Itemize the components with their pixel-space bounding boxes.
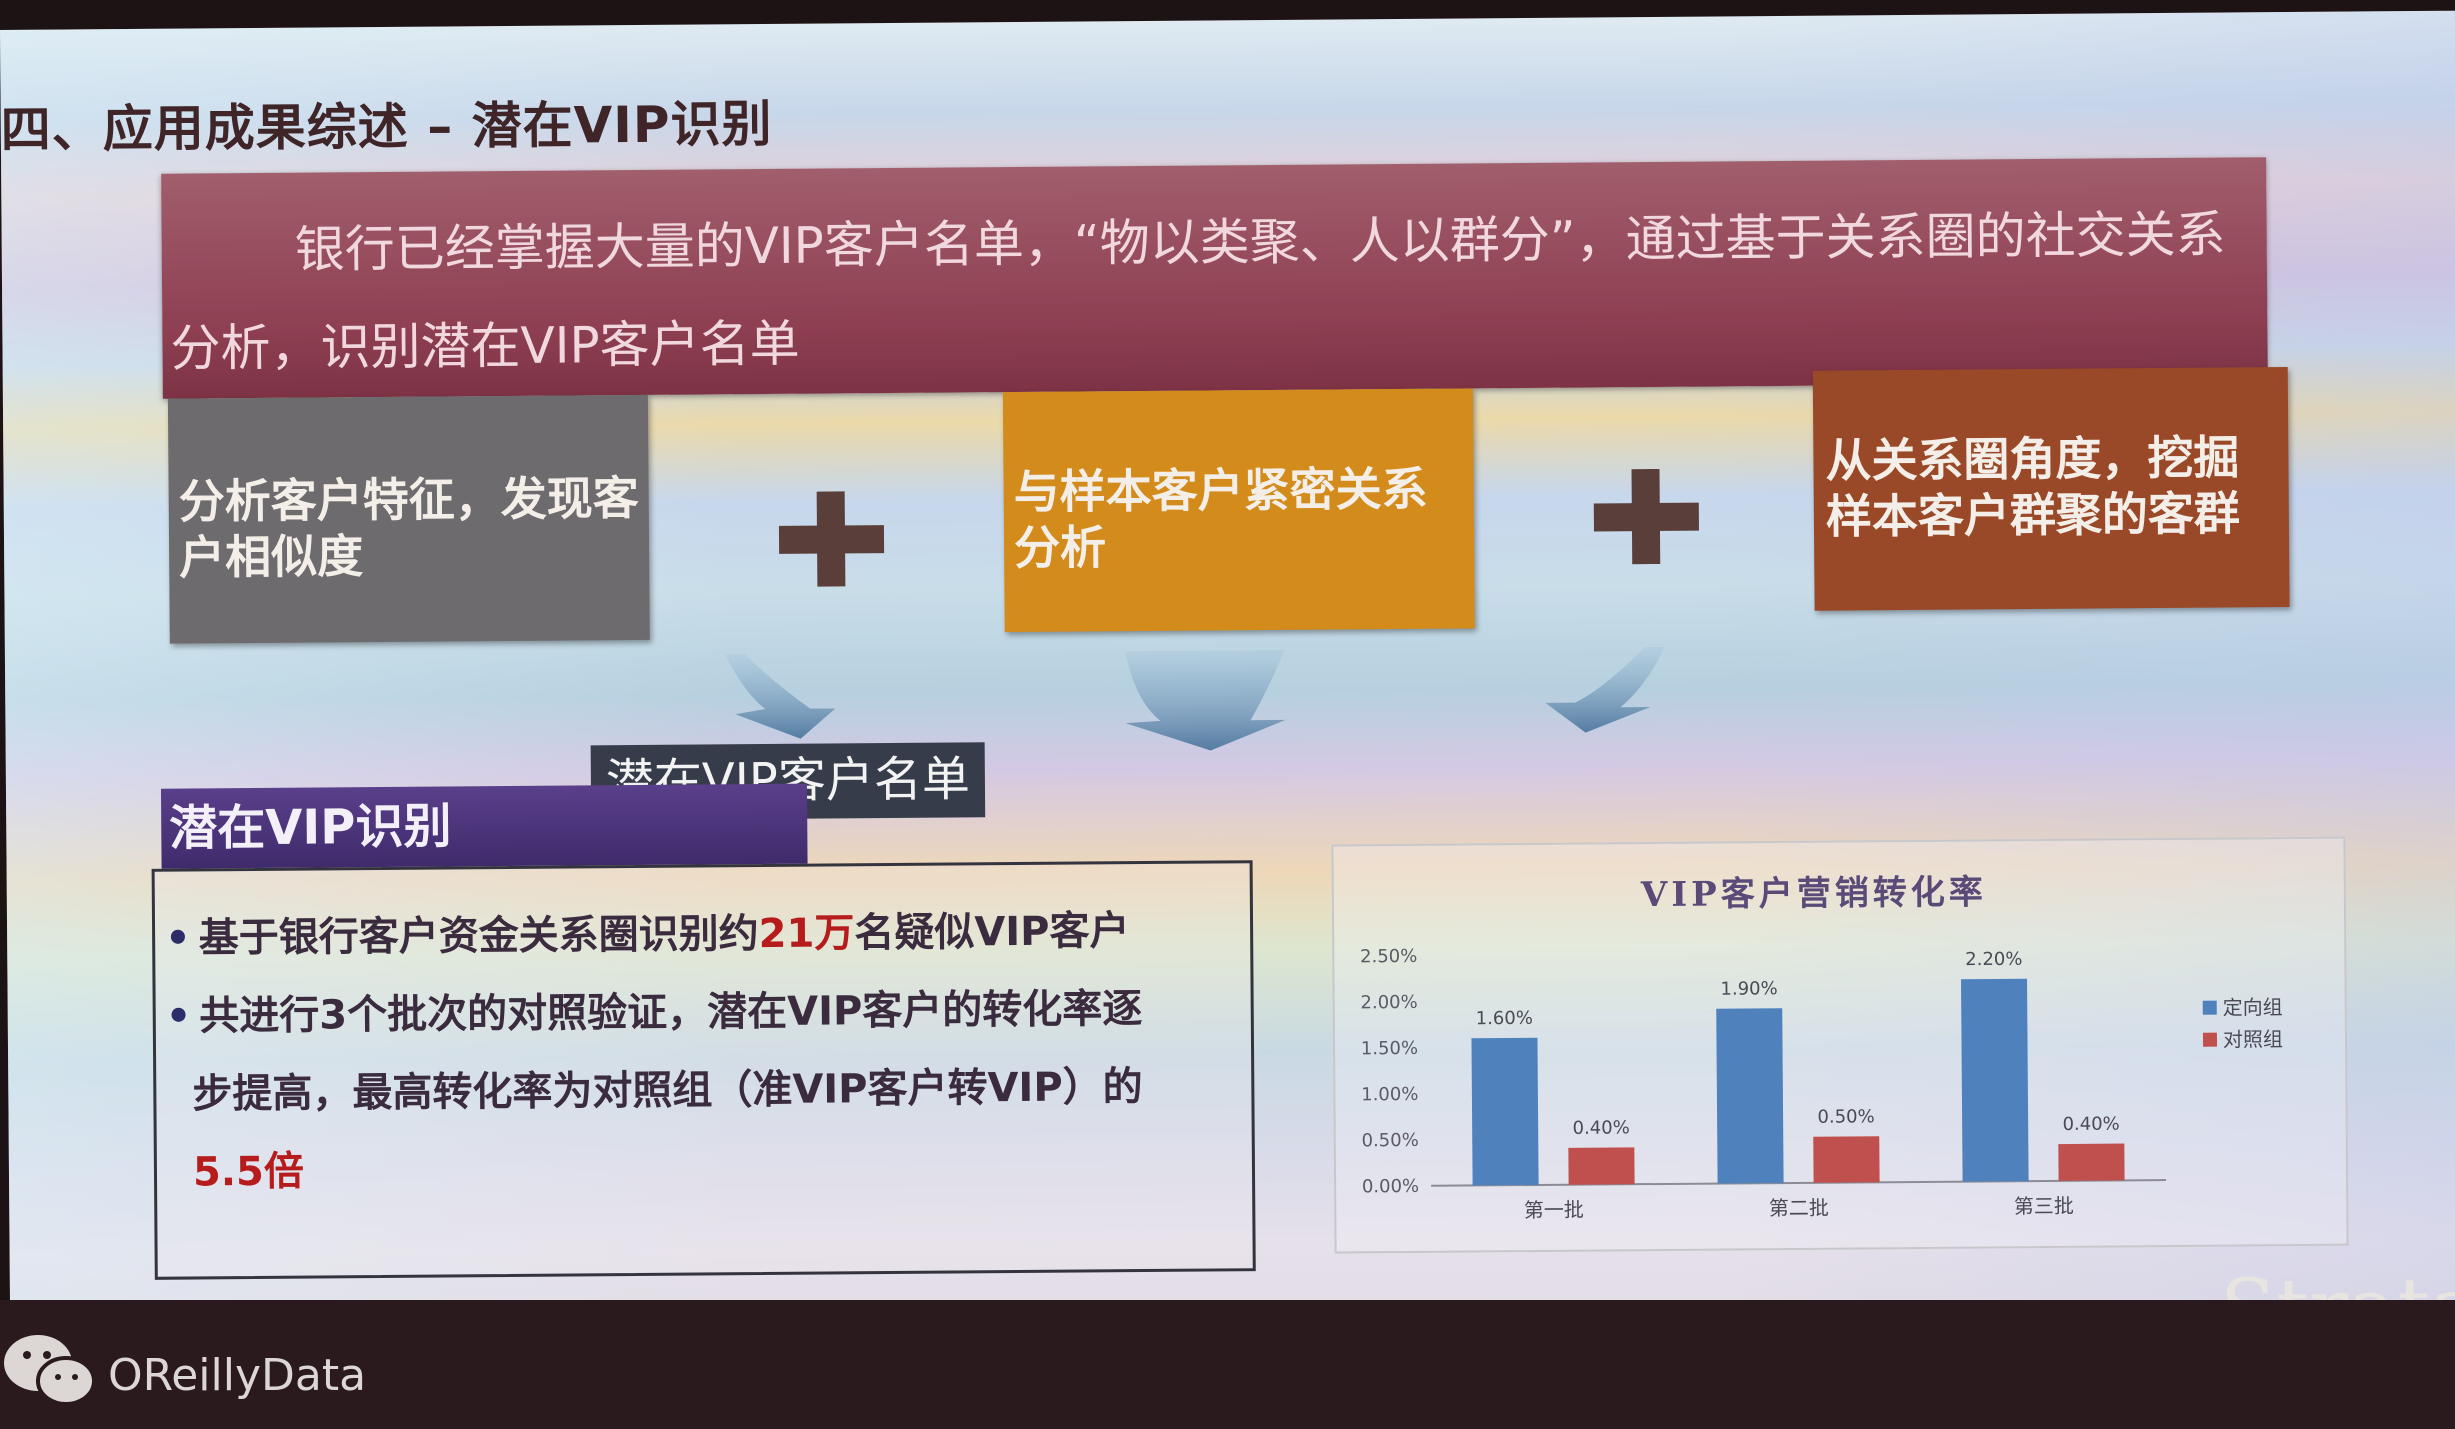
bar-target xyxy=(1471,1037,1539,1186)
y-tick-label: 1.00% xyxy=(1361,1084,1418,1105)
data-label: 0.50% xyxy=(1817,1106,1874,1127)
bar-chart: VIP客户营销转化率 0.00% 0.50% 1.00% 1.50% 2.00% 2.50%… xyxy=(1360,872,2283,1222)
x-tick-label: 第三批 xyxy=(2014,1194,2074,1218)
vip-heading: 潜在VIP识别 xyxy=(160,783,808,869)
data-label: 0.40% xyxy=(2062,1114,2119,1135)
step-label-3: 从关系圈角度，挖掘样本客户群聚的客群 xyxy=(1825,430,2241,544)
data-label: 1.90% xyxy=(1720,978,1777,999)
step-box-1: 分析客户特征，发现客户相似度 xyxy=(167,394,650,644)
legend-swatch xyxy=(2202,1032,2218,1047)
data-label: 0.40% xyxy=(1572,1117,1629,1138)
bar-target xyxy=(1716,1008,1784,1184)
x-axis-line xyxy=(1431,1179,2167,1187)
bullet-2-cont: 步提高，最高转化率为对照组（准VIP客户转VIP）的 xyxy=(192,1064,1143,1118)
bullet-2-line1: 共进行3个批次的对照验证，潜在VIP客户的转化率逐 xyxy=(199,986,1143,1040)
data-label: 2.20% xyxy=(1965,949,2022,970)
x-tick-label: 第一批 xyxy=(1524,1198,1584,1222)
bar-control xyxy=(2058,1143,2125,1181)
plus-icon xyxy=(1593,468,1700,565)
bar-target xyxy=(1961,978,2029,1182)
footer-bar xyxy=(0,1300,2455,1429)
plus-icon xyxy=(778,491,885,587)
intro-banner: 银行已经掌握大量的VIP客户名单，“物以类聚、人以群分”，通过基于关系圈的社交关… xyxy=(161,157,2268,399)
step-label-2: 与样本客户紧密关系分析 xyxy=(1013,461,1428,576)
bullet-2: • 共进行3个批次的对照验证，潜在VIP客户的转化率逐 xyxy=(165,986,1143,1040)
bullet-1-post: 名疑似VIP客户 xyxy=(854,908,1130,957)
slide-title: 四、应用成果综述 – 潜在VIP识别 xyxy=(0,94,773,159)
wechat-icon xyxy=(4,1335,96,1406)
bar-control xyxy=(1813,1136,1880,1183)
bar-control xyxy=(1568,1147,1635,1185)
legend-label: 定向组 xyxy=(2223,995,2283,1019)
step-box-2: 与样本客户紧密关系分析 xyxy=(1002,388,1475,633)
legend-label: 对照组 xyxy=(2223,1027,2283,1051)
oreilly-data-label: OReillyData xyxy=(108,1350,367,1401)
y-tick-label: 2.50% xyxy=(1360,946,1417,967)
bullet-2-highlight: 5.5倍 xyxy=(192,1148,305,1196)
data-label: 1.60% xyxy=(1476,1008,1533,1029)
chart-title: VIP客户营销转化率 xyxy=(1640,872,1987,915)
step-box-3: 从关系圈角度，挖掘样本客户群聚的客群 xyxy=(1812,367,2290,611)
y-tick-label: 2.00% xyxy=(1360,992,1417,1013)
bullet-1-highlight: 21万 xyxy=(758,910,855,958)
chart-panel: VIP客户营销转化率 0.00% 0.50% 1.00% 1.50% 2.00% 2.50%… xyxy=(1331,836,2349,1254)
y-tick-label: 1.50% xyxy=(1361,1038,1418,1059)
bullet-1-pre: 基于银行客户资金关系圈识别约 xyxy=(198,911,759,962)
x-tick-label: 第二批 xyxy=(1769,1196,1829,1220)
slide: 四、应用成果综述 – 潜在VIP识别 银行已经掌握大量的VIP客户名单，“物以类… xyxy=(0,10,2455,1358)
legend-swatch xyxy=(2202,1000,2217,1015)
intro-text: 银行已经掌握大量的VIP客户名单，“物以类聚、人以群分”，通过基于关系圈的社交关… xyxy=(170,205,2226,378)
vip-box: • 基于银行客户资金关系圈识别约21万名疑似VIP客户 • 共进行3个批次的对照验证… xyxy=(151,860,1256,1280)
step-label-1: 分析客户特征，发现客户相似度 xyxy=(178,470,639,585)
y-tick-label: 0.50% xyxy=(1361,1130,1418,1151)
bullet-1: • 基于银行客户资金关系圈识别约21万名疑似VIP客户 xyxy=(164,908,1130,962)
y-tick-label: 0.00% xyxy=(1362,1176,1419,1197)
